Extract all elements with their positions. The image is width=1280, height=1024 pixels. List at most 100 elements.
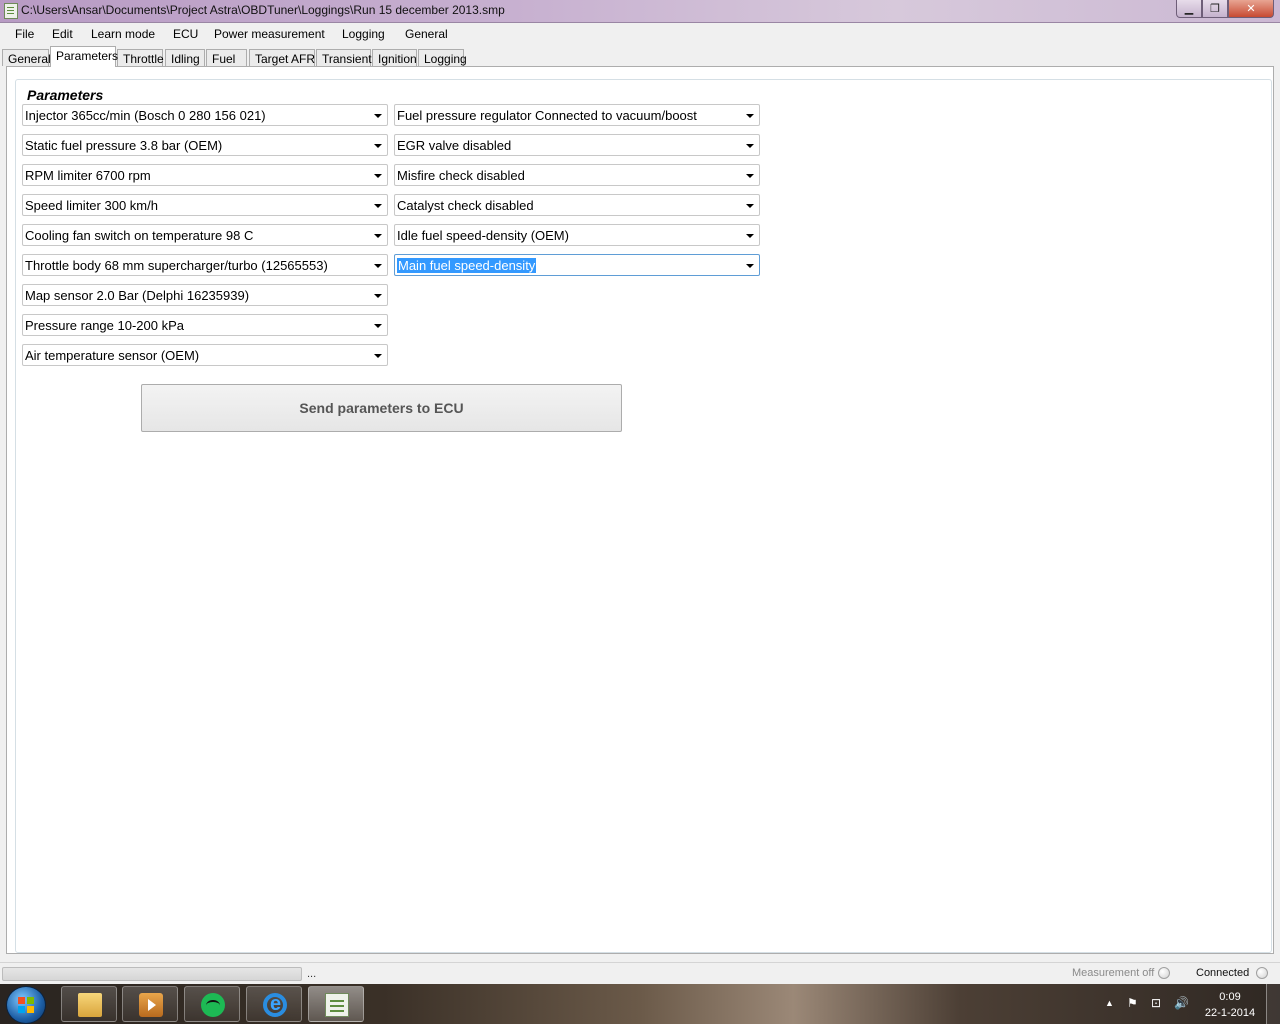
tab-idling[interactable]: Idling (165, 49, 205, 66)
chevron-down-icon (374, 114, 382, 118)
title-bar: C:\Users\Ansar\Documents\Project Astra\O… (0, 0, 1280, 23)
fuel-pressure-select[interactable]: Static fuel pressure 3.8 bar (OEM) (22, 134, 388, 156)
status-ellipsis: ... (307, 968, 317, 980)
clock[interactable]: 0:09 22-1-2014 (1200, 989, 1260, 1021)
chevron-down-icon (374, 144, 382, 148)
rpm-limiter-value: RPM limiter 6700 rpm (25, 168, 151, 183)
egr-valve-select[interactable]: EGR valve disabled (394, 134, 760, 156)
egr-valve-value: EGR valve disabled (397, 138, 512, 153)
restore-button[interactable]: ❐ (1202, 0, 1228, 18)
fuel-pressure-regulator-value: Fuel pressure regulator Connected to vac… (397, 108, 697, 123)
catalyst-check-value: Catalyst check disabled (397, 198, 534, 213)
send-parameters-button[interactable]: Send parameters to ECU (141, 384, 622, 432)
throttle-body-value: Throttle body 68 mm supercharger/turbo (… (25, 258, 328, 273)
taskbar-spotify[interactable] (184, 986, 240, 1022)
rpm-limiter-select[interactable]: RPM limiter 6700 rpm (22, 164, 388, 186)
close-button[interactable]: ✕ (1228, 0, 1274, 18)
show-hidden-icons-icon[interactable]: ▲ (1105, 998, 1114, 1008)
air-temp-sensor-value: Air temperature sensor (OEM) (25, 348, 200, 363)
taskbar-internet-explorer[interactable] (246, 986, 302, 1022)
tab-throttle[interactable]: Throttle (117, 49, 164, 66)
measurement-status: Measurement off (1072, 967, 1155, 979)
menu-bar: File Edit Learn mode ECU Power measureme… (0, 23, 1280, 44)
chevron-down-icon (374, 174, 382, 178)
chevron-down-icon (374, 204, 382, 208)
tab-transient[interactable]: Transient (316, 49, 372, 66)
menu-file[interactable]: File (15, 27, 34, 41)
pressure-range-select[interactable]: Pressure range 10-200 kPa (22, 314, 388, 336)
show-desktop-button[interactable] (1266, 984, 1280, 1024)
menu-edit[interactable]: Edit (52, 27, 73, 41)
app-icon (4, 3, 18, 19)
fuel-pressure-regulator-select[interactable]: Fuel pressure regulator Connected to vac… (394, 104, 760, 126)
speed-limiter-value: Speed limiter 300 km/h (25, 198, 158, 213)
chevron-down-icon (746, 174, 754, 178)
minimize-icon: ▁ (1184, 3, 1194, 15)
main-fuel-value: Main fuel speed-density (397, 258, 537, 273)
idle-fuel-value: Idle fuel speed-density (OEM) (397, 228, 569, 243)
measurement-led-icon (1158, 967, 1170, 979)
speed-limiter-select[interactable]: Speed limiter 300 km/h (22, 194, 388, 216)
menu-power-measurement[interactable]: Power measurement (214, 27, 325, 41)
start-button[interactable] (6, 986, 46, 1024)
catalyst-check-select[interactable]: Catalyst check disabled (394, 194, 760, 216)
idle-fuel-select[interactable]: Idle fuel speed-density (OEM) (394, 224, 760, 246)
chevron-down-icon (374, 294, 382, 298)
tab-parameters[interactable]: Parameters (50, 46, 118, 67)
status-bar: ... Measurement off Connected (0, 962, 1280, 985)
menu-general[interactable]: General (405, 27, 448, 41)
group-title: Parameters (25, 87, 106, 103)
menu-learn-mode[interactable]: Learn mode (91, 27, 155, 41)
cooling-fan-select[interactable]: Cooling fan switch on temperature 98 C (22, 224, 388, 246)
taskbar: ▲ ⚑ ⊡ 🔊 0:09 22-1-2014 (0, 984, 1280, 1024)
tab-target-afr[interactable]: Target AFR (249, 49, 315, 66)
menu-logging[interactable]: Logging (342, 27, 385, 41)
obdtuner-icon (325, 993, 349, 1017)
map-sensor-value: Map sensor 2.0 Bar (Delphi 16235939) (25, 288, 250, 303)
tab-general[interactable]: General (2, 49, 51, 66)
spotify-icon (201, 993, 225, 1017)
taskbar-media-player[interactable] (122, 986, 178, 1022)
fuel-pressure-value: Static fuel pressure 3.8 bar (OEM) (25, 138, 223, 153)
clock-time: 0:09 (1219, 991, 1241, 1003)
misfire-check-value: Misfire check disabled (397, 168, 525, 183)
volume-icon[interactable]: 🔊 (1174, 996, 1189, 1010)
tab-strip: General Parameters Throttle Idling Fuel … (0, 46, 1280, 68)
restore-icon: ❐ (1210, 3, 1220, 15)
air-temp-sensor-select[interactable]: Air temperature sensor (OEM) (22, 344, 388, 366)
chevron-down-icon (746, 144, 754, 148)
network-icon[interactable]: ⊡ (1151, 996, 1161, 1010)
injector-value: Injector 365cc/min (Bosch 0 280 156 021) (25, 108, 266, 123)
chevron-down-icon (374, 264, 382, 268)
tab-logging[interactable]: Logging (418, 49, 467, 66)
injector-select[interactable]: Injector 365cc/min (Bosch 0 280 156 021) (22, 104, 388, 126)
media-player-icon (139, 993, 163, 1017)
tab-ignition[interactable]: Ignition (372, 49, 417, 66)
throttle-body-select[interactable]: Throttle body 68 mm supercharger/turbo (… (22, 254, 388, 276)
misfire-check-select[interactable]: Misfire check disabled (394, 164, 760, 186)
menu-ecu[interactable]: ECU (173, 27, 198, 41)
taskbar-obdtuner[interactable] (308, 986, 364, 1022)
chevron-down-icon (374, 354, 382, 358)
pressure-range-value: Pressure range 10-200 kPa (25, 318, 184, 333)
close-icon: ✕ (1246, 3, 1256, 15)
internet-explorer-icon (263, 993, 287, 1017)
chevron-down-icon (746, 264, 754, 268)
taskbar-explorer[interactable] (61, 986, 117, 1022)
action-center-flag-icon[interactable]: ⚑ (1127, 996, 1138, 1010)
tab-fuel[interactable]: Fuel (206, 49, 247, 66)
chevron-down-icon (746, 234, 754, 238)
map-sensor-select[interactable]: Map sensor 2.0 Bar (Delphi 16235939) (22, 284, 388, 306)
chevron-down-icon (374, 324, 382, 328)
window-title: C:\Users\Ansar\Documents\Project Astra\O… (21, 3, 505, 17)
chevron-down-icon (374, 234, 382, 238)
connection-status: Connected (1196, 967, 1250, 979)
minimize-button[interactable]: ▁ (1176, 0, 1202, 18)
folder-icon (78, 993, 102, 1017)
progress-bar (2, 967, 302, 981)
main-fuel-select[interactable]: Main fuel speed-density (394, 254, 760, 276)
connection-led-icon (1256, 967, 1268, 979)
clock-date: 22-1-2014 (1204, 1007, 1256, 1019)
chevron-down-icon (746, 114, 754, 118)
cooling-fan-value: Cooling fan switch on temperature 98 C (25, 228, 254, 243)
